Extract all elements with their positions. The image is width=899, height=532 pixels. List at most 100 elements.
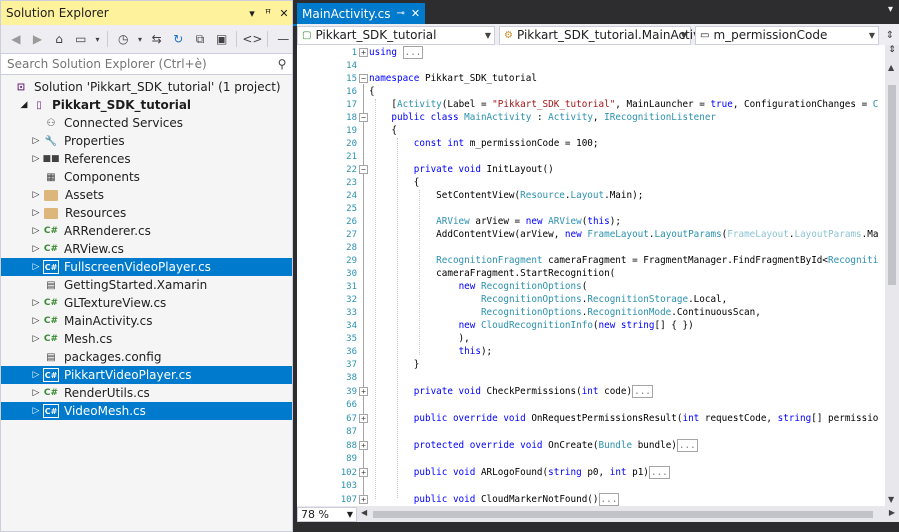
- chevron-down-icon[interactable]: ▼: [869, 31, 875, 40]
- collapse-toggle-icon[interactable]: +: [359, 441, 368, 450]
- expand-arrow-icon[interactable]: ▷: [29, 190, 43, 200]
- tree-item[interactable]: ▷ C# GLTextureView.cs: [1, 294, 292, 312]
- line-number: 87: [346, 427, 357, 437]
- tree-item[interactable]: ▷ C# Mesh.cs: [1, 330, 292, 348]
- switch-views-dropdown-icon[interactable]: ▾: [94, 30, 102, 48]
- pin-icon[interactable]: ⊸: [396, 8, 404, 19]
- expand-arrow-icon[interactable]: ▷: [29, 244, 43, 254]
- scroll-down-icon[interactable]: ▼: [888, 495, 894, 504]
- line-number: 39: [346, 387, 357, 397]
- pending-changes-icon[interactable]: ◷: [114, 30, 132, 48]
- wrench-icon: 🔧: [44, 135, 58, 147]
- expand-arrow-icon[interactable]: ▷: [29, 316, 43, 326]
- expand-arrow-icon[interactable]: ▷: [29, 388, 43, 398]
- home-icon[interactable]: ⌂: [50, 30, 68, 48]
- pin-icon[interactable]: ꟸ: [260, 7, 276, 20]
- tree-item[interactable]: ▤ packages.config: [1, 348, 292, 366]
- back-icon[interactable]: ◀: [7, 30, 25, 48]
- tree-item[interactable]: ▷ C# FullscreenVideoPlayer.cs: [1, 258, 292, 276]
- tree-item[interactable]: ▷ C# ARView.cs: [1, 240, 292, 258]
- pending-changes-dropdown-icon[interactable]: ▾: [136, 30, 144, 48]
- collapse-toggle-icon[interactable]: +: [359, 48, 368, 57]
- chevron-down-icon[interactable]: ▼: [347, 510, 353, 519]
- more-icon[interactable]: —: [274, 30, 292, 48]
- dropdown-icon[interactable]: ▾: [244, 7, 260, 20]
- scroll-left-icon[interactable]: ◀: [361, 508, 367, 517]
- zoom-dropdown[interactable]: 78 % ▼: [297, 506, 357, 522]
- expand-arrow-icon[interactable]: ▷: [29, 262, 43, 272]
- solution-node[interactable]: ⊡ Solution 'Pikkart_SDK_tutorial' (1 pro…: [1, 78, 292, 96]
- vertical-scrollbar[interactable]: ⇕ ▲ ▼: [885, 45, 899, 506]
- tree-item[interactable]: ▷ C# RenderUtils.cs: [1, 384, 292, 402]
- solution-label: Solution 'Pikkart_SDK_tutorial' (1 proje…: [34, 80, 281, 94]
- tree-item[interactable]: ▷ 🔧 Properties: [1, 132, 292, 150]
- horizontal-scrollbar[interactable]: ◀ ▶: [357, 507, 899, 521]
- project-node[interactable]: ◢ ▯ Pikkart_SDK_tutorial: [1, 96, 292, 114]
- collapse-toggle-icon[interactable]: −: [359, 165, 368, 174]
- line-number: 24: [346, 191, 357, 201]
- tree-item[interactable]: ▦ Components: [1, 168, 292, 186]
- csharp-icon: C#: [43, 226, 59, 236]
- toolbar-separator: [107, 31, 109, 47]
- tree-item[interactable]: ▷ C# ARRenderer.cs: [1, 222, 292, 240]
- expand-arrow-icon[interactable]: ▷: [29, 406, 43, 416]
- collapse-toggle-icon[interactable]: −: [359, 74, 368, 83]
- tree-item[interactable]: ▤ GettingStarted.Xamarin: [1, 276, 292, 294]
- class-dropdown[interactable]: ⚙ Pikkart_SDK_tutorial.MainActivi ▼: [499, 25, 704, 45]
- split-window-icon[interactable]: ⇕: [883, 30, 897, 41]
- tree-item[interactable]: ▷ Assets: [1, 186, 292, 204]
- scroll-right-icon[interactable]: ▶: [889, 508, 895, 517]
- expand-arrow-icon[interactable]: ▷: [29, 226, 43, 236]
- tab-mainactivity[interactable]: MainActivity.cs ⊸ ✕: [297, 3, 425, 24]
- expand-arrow-icon[interactable]: ▷: [29, 208, 43, 218]
- view-code-icon[interactable]: <>: [242, 30, 262, 48]
- tree-item[interactable]: ▷ C# MainActivity.cs: [1, 312, 292, 330]
- tab-list-dropdown-icon[interactable]: ▾: [888, 4, 893, 15]
- split-icon[interactable]: ⇕: [885, 45, 899, 59]
- code-line: cameraFragment.StartRecognition(: [369, 268, 616, 279]
- collapse-toggle-icon[interactable]: +: [359, 495, 368, 504]
- tree-item[interactable]: ▷ C# PikkartVideoPlayer.cs: [1, 366, 292, 384]
- collapse-toggle-icon[interactable]: −: [359, 113, 368, 122]
- chevron-down-icon[interactable]: ▼: [681, 31, 687, 40]
- tree-item[interactable]: ▷ ■■ References: [1, 150, 292, 168]
- search-icon[interactable]: ⚲: [272, 57, 292, 71]
- expanded-arrow-icon[interactable]: ◢: [17, 100, 31, 110]
- tree-item[interactable]: ▷ Resources: [1, 204, 292, 222]
- expand-arrow-icon[interactable]: ▷: [29, 298, 43, 308]
- file-icon: ▤: [46, 279, 56, 291]
- chevron-down-icon[interactable]: ▼: [485, 31, 491, 40]
- fold-line: [363, 84, 364, 499]
- tree-item[interactable]: ⚇ Connected Services: [1, 114, 292, 132]
- code-editor[interactable]: 1 14 15 16 17 18 19 20 21 22 23 24 25 26 27 28 29 30 31 32 3…: [297, 45, 885, 506]
- tree-item-label: GLTextureView.cs: [64, 296, 167, 310]
- project-dropdown[interactable]: ▢ Pikkart_SDK_tutorial ▼: [297, 25, 495, 45]
- solution-search-box[interactable]: ⚲: [1, 53, 292, 75]
- collapse-toggle-icon[interactable]: +: [359, 468, 368, 477]
- solution-search-input[interactable]: [7, 57, 272, 71]
- line-number: 29: [346, 256, 357, 266]
- tree-item-label: References: [64, 152, 131, 166]
- expand-arrow-icon[interactable]: ▷: [29, 370, 43, 380]
- collapse-all-icon[interactable]: ⧉: [191, 30, 209, 48]
- code-area[interactable]: using ... namespace Pikkart_SDK_tutorial…: [369, 45, 885, 506]
- expand-arrow-icon[interactable]: ▷: [29, 334, 43, 344]
- member-dropdown[interactable]: ▭ m_permissionCode ▼: [695, 25, 879, 45]
- collapse-toggle-icon[interactable]: +: [359, 414, 368, 423]
- refresh-icon[interactable]: ↻: [170, 30, 188, 48]
- scroll-thumb[interactable]: [373, 511, 873, 518]
- expand-arrow-icon[interactable]: ▷: [29, 136, 43, 146]
- close-icon[interactable]: ✕: [276, 7, 292, 20]
- show-all-files-icon[interactable]: ▣: [213, 30, 231, 48]
- tree-item-label: Assets: [65, 188, 105, 202]
- scroll-up-icon[interactable]: ▲: [888, 63, 894, 72]
- scroll-thumb[interactable]: [888, 85, 896, 285]
- switch-views-icon[interactable]: ▭: [72, 30, 90, 48]
- expand-arrow-icon[interactable]: ▷: [29, 154, 43, 164]
- collapse-toggle-icon[interactable]: +: [359, 387, 368, 396]
- forward-icon[interactable]: ▶: [29, 30, 47, 48]
- tree-item[interactable]: ▷ C# VideoMesh.cs: [1, 402, 292, 420]
- close-tab-icon[interactable]: ✕: [411, 7, 420, 20]
- tree-item-label: Properties: [64, 134, 125, 148]
- sync-icon[interactable]: ⇆: [148, 30, 166, 48]
